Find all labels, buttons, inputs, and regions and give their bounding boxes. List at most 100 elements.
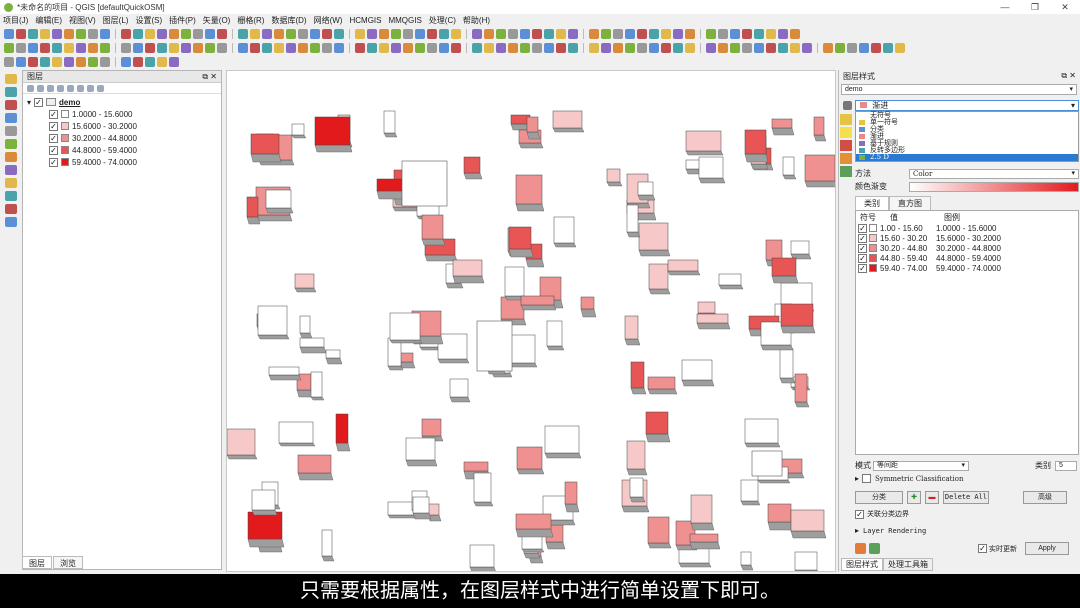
toolbar-tool-icon[interactable] [649, 43, 659, 53]
toolbar-tool-icon[interactable] [217, 43, 227, 53]
toolbar-tool-icon[interactable] [100, 29, 110, 39]
toolbar-tool-icon[interactable] [601, 43, 611, 53]
column-legend[interactable]: 图例 [944, 212, 960, 223]
toolbar-tool-icon[interactable] [403, 43, 413, 53]
close-button[interactable]: ✕ [1050, 0, 1080, 14]
toolbar-tool-icon[interactable] [589, 29, 599, 39]
legend-class-row[interactable]: ✓ 44.8000 - 59.4000 [49, 144, 221, 156]
toolbar-tool-icon[interactable] [685, 43, 695, 53]
legend-class-row[interactable]: ✓ 1.0000 - 15.6000 [49, 108, 221, 120]
expand-all-icon[interactable] [77, 84, 84, 92]
toolbar-tool-icon[interactable] [193, 43, 203, 53]
toolbar-tool-icon[interactable] [193, 29, 203, 39]
toolbar-tool-icon[interactable] [88, 43, 98, 53]
class-table-row[interactable]: ✓ 59.40 - 74.00 59.4000 - 74.0000 [856, 263, 1078, 273]
class-visibility-checkbox[interactable]: ✓ [49, 145, 58, 155]
minimize-button[interactable]: — [990, 0, 1020, 14]
toolbar-tool-icon[interactable] [790, 43, 800, 53]
class-visibility-checkbox[interactable]: ✓ [49, 121, 58, 131]
eye-icon[interactable] [47, 84, 54, 92]
menu-plugins[interactable]: 插件(P) [169, 15, 196, 26]
toolbar-tool-icon[interactable] [52, 43, 62, 53]
toolbar-tool-icon[interactable] [64, 29, 74, 39]
maximize-button[interactable]: ❐ [1020, 0, 1050, 14]
toolbar-tool-icon[interactable] [859, 43, 869, 53]
class-symbol-swatch[interactable] [869, 224, 877, 232]
add-layer-icon[interactable] [5, 204, 17, 214]
toolbar-tool-icon[interactable] [415, 43, 425, 53]
toolbar-tool-icon[interactable] [472, 29, 482, 39]
class-visibility-checkbox[interactable]: ✓ [49, 157, 58, 167]
tab-browser[interactable]: 浏览 [53, 556, 83, 569]
toolbar-tool-icon[interactable] [391, 43, 401, 53]
menu-view[interactable]: 视图(V) [69, 15, 96, 26]
toolbar-tool-icon[interactable] [601, 29, 611, 39]
toolbar-tool-icon[interactable] [718, 29, 728, 39]
add-layer-icon[interactable] [5, 126, 17, 136]
toolbar-tool-icon[interactable] [754, 43, 764, 53]
toolbar-tool-icon[interactable] [520, 29, 530, 39]
tab-layers[interactable]: 图层 [22, 556, 52, 569]
add-layer-icon[interactable] [5, 139, 17, 149]
toolbar-tool-icon[interactable] [790, 29, 800, 39]
toolbar-tool-icon[interactable] [238, 29, 248, 39]
class-symbol-swatch[interactable] [869, 244, 877, 252]
toolbar-tool-icon[interactable] [625, 29, 635, 39]
toolbar-tool-icon[interactable] [496, 43, 506, 53]
renderer-combo[interactable]: 渐进 ▾ [855, 100, 1079, 111]
toolbar-tool-icon[interactable] [16, 43, 26, 53]
toolbar-tool-icon[interactable] [556, 29, 566, 39]
toolbar-tool-icon[interactable] [64, 43, 74, 53]
delete-all-button[interactable]: Delete All [943, 491, 989, 504]
toolbar-tool-icon[interactable] [28, 57, 38, 67]
collapse-arrow-icon[interactable]: ▾ [27, 98, 31, 107]
class-table-row[interactable]: ✓ 30.20 - 44.80 30.2000 - 44.8000 [856, 243, 1078, 253]
add-layer-icon[interactable] [5, 113, 17, 123]
class-visibility-checkbox[interactable]: ✓ [49, 133, 58, 143]
toolbar-tool-icon[interactable] [439, 43, 449, 53]
toolbar-tool-icon[interactable] [823, 43, 833, 53]
toolbar-tool-icon[interactable] [730, 29, 740, 39]
advanced-button[interactable]: 高级 [1023, 491, 1067, 504]
menu-vector[interactable]: 矢量(O) [203, 15, 231, 26]
toolbar-tool-icon[interactable] [754, 29, 764, 39]
toolbar-tool-icon[interactable] [298, 29, 308, 39]
class-symbol-swatch[interactable] [869, 234, 877, 242]
toolbar-tool-icon[interactable] [415, 29, 425, 39]
toolbar-tool-icon[interactable] [4, 57, 14, 67]
class-checkbox[interactable]: ✓ [858, 233, 867, 243]
filter-icon[interactable] [57, 84, 64, 92]
add-layer-icon[interactable] [5, 74, 17, 84]
toolbar-tool-icon[interactable] [661, 43, 671, 53]
toolbar-tool-icon[interactable] [568, 43, 578, 53]
toolbar-tool-icon[interactable] [544, 29, 554, 39]
toolbar-tool-icon[interactable] [322, 43, 332, 53]
masks-icon[interactable] [840, 140, 852, 151]
toolbar-tool-icon[interactable] [367, 29, 377, 39]
method-combo[interactable]: Color ▾ [909, 168, 1079, 179]
legend-class-row[interactable]: ✓ 15.6000 - 30.2000 [49, 120, 221, 132]
toolbar-tool-icon[interactable] [286, 43, 296, 53]
menu-layer[interactable]: 图层(L) [103, 15, 129, 26]
tab-layer-styling[interactable]: 图层样式 [841, 558, 883, 571]
toolbar-tool-icon[interactable] [205, 43, 215, 53]
toolbar-tool-icon[interactable] [76, 43, 86, 53]
menu-mmqgis[interactable]: MMQGIS [388, 16, 421, 25]
history-icon[interactable] [840, 166, 852, 177]
column-value[interactable]: 值 [890, 212, 930, 223]
tab-classes[interactable]: 类别 [855, 196, 889, 211]
toolbar-tool-icon[interactable] [508, 29, 518, 39]
layer-rendering-row[interactable]: ▸ Layer Rendering [855, 526, 926, 535]
toolbar-tool-icon[interactable] [883, 43, 893, 53]
remove-class-button[interactable]: ▬ [925, 491, 939, 504]
tab-histogram[interactable]: 直方图 [889, 196, 931, 211]
labels-icon[interactable] [840, 127, 852, 138]
mode-combo[interactable]: 等间距 ▾ [873, 460, 969, 471]
toolbar-tool-icon[interactable] [52, 57, 62, 67]
legend-class-row[interactable]: ✓ 30.2000 - 44.8000 [49, 132, 221, 144]
expand-arrow-icon[interactable]: ▸ [855, 474, 859, 483]
toolbar-tool-icon[interactable] [100, 43, 110, 53]
add-class-button[interactable]: ✚ [907, 491, 921, 504]
toolbar-tool-icon[interactable] [88, 29, 98, 39]
toolbar-tool-icon[interactable] [205, 29, 215, 39]
